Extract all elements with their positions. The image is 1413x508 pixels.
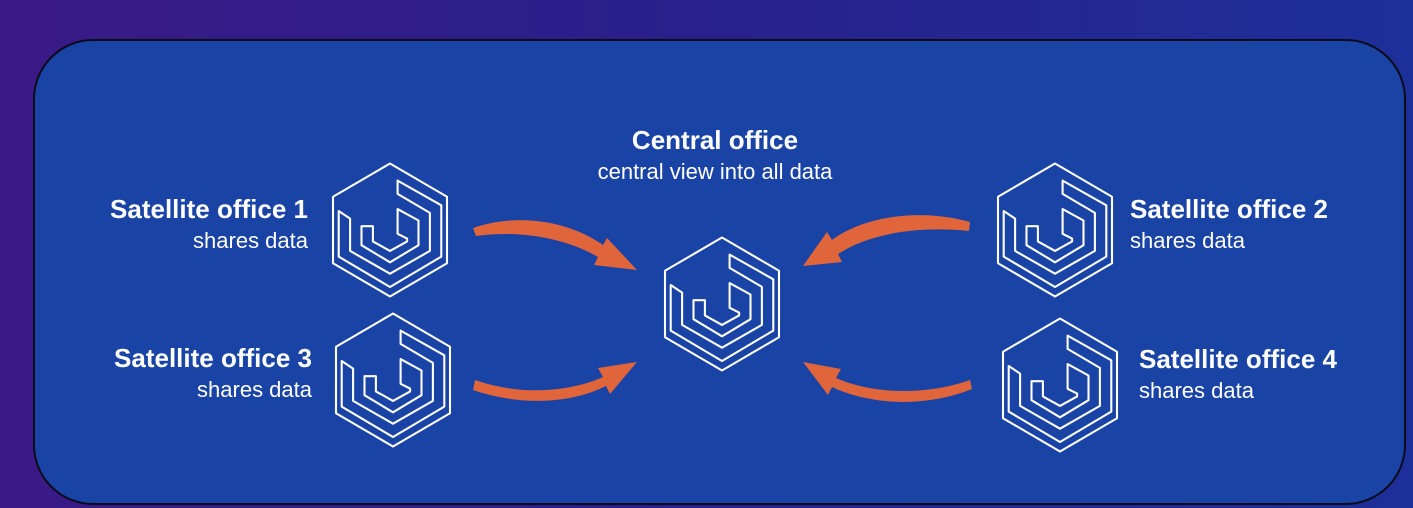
satellite-2-label: Satellite office 2 shares data — [1130, 194, 1390, 253]
arrow-satellite-2 — [803, 215, 970, 266]
central-office-name: Central office — [631, 125, 799, 155]
satellite-3-logo-icon — [334, 312, 452, 448]
satellite-3-name: Satellite office 3 — [114, 343, 312, 373]
arrow-satellite-3 — [473, 362, 637, 401]
satellite-3-description: shares data — [197, 376, 312, 402]
arrow-satellite-1 — [473, 220, 637, 270]
satellite-1-logo-icon — [331, 162, 449, 298]
central-office-label: Central office central view into all dat… — [565, 125, 865, 184]
central-logo-icon — [663, 236, 781, 372]
satellite-4-name: Satellite office 4 — [1139, 344, 1337, 374]
satellite-4-label: Satellite office 4 shares data — [1139, 344, 1399, 403]
satellite-4-logo-icon — [1001, 317, 1119, 453]
satellite-2-name: Satellite office 2 — [1130, 194, 1328, 224]
satellite-2-logo-icon — [996, 162, 1114, 298]
satellite-2-description: shares data — [1130, 227, 1245, 253]
central-office-description: central view into all data — [597, 158, 833, 184]
diagram-graphics — [331, 162, 1119, 453]
satellite-4-description: shares data — [1139, 377, 1254, 403]
satellite-1-name: Satellite office 1 — [110, 194, 308, 224]
arrow-satellite-4 — [803, 362, 972, 402]
satellite-1-description: shares data — [193, 227, 308, 253]
satellite-1-label: Satellite office 1 shares data — [40, 194, 308, 253]
satellite-3-label: Satellite office 3 shares data — [44, 343, 312, 402]
